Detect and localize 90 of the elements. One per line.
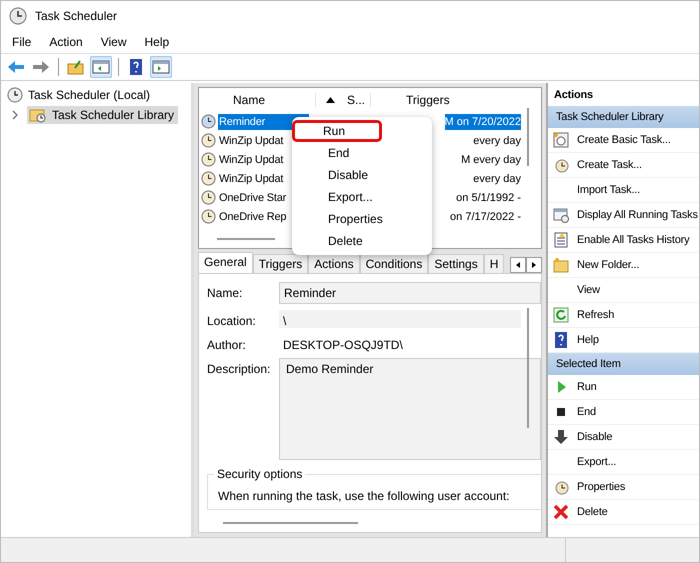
scroll-right-button[interactable] <box>526 257 542 273</box>
pane-command[interactable]: Run <box>548 375 699 400</box>
pane-command[interactable]: Export... <box>548 450 699 475</box>
pane-command[interactable]: Create Task... <box>548 153 699 178</box>
pane-command[interactable]: New Folder... <box>548 253 699 278</box>
menu-item[interactable]: File <box>12 35 32 49</box>
task-trigger: M on 7/20/2022 <box>444 114 521 130</box>
task-name[interactable]: WinZip Updat <box>218 170 291 186</box>
pane-command[interactable]: Properties <box>548 475 699 500</box>
menu-item[interactable]: End <box>296 142 428 164</box>
pane-command[interactable]: Import Task... <box>548 178 699 203</box>
clock-icon <box>9 7 27 25</box>
tab[interactable]: General <box>198 252 253 273</box>
group-title: Security options <box>214 467 306 481</box>
down-arrow-icon <box>553 429 569 445</box>
refresh-icon <box>553 307 569 323</box>
menu-item[interactable]: Help <box>144 35 170 49</box>
field-label: Name: <box>207 285 244 302</box>
pane-command[interactable]: Create Basic Task... <box>548 128 699 153</box>
task-trigger: on 7/17/2022 - <box>450 210 521 224</box>
task-name[interactable]: OneDrive Star <box>218 190 291 206</box>
tab[interactable]: Actions <box>308 254 360 273</box>
pane-title: Actions <box>553 88 594 103</box>
folder-clock-icon <box>29 107 47 123</box>
left-arrow-icon <box>516 262 520 268</box>
field-label: Author: <box>207 337 247 352</box>
menu-item[interactable]: Delete <box>296 230 428 252</box>
pane-toggle-button[interactable] <box>90 56 112 78</box>
clock-icon <box>201 171 216 186</box>
field-label: Location: <box>207 313 257 328</box>
clock-icon <box>553 157 569 173</box>
menu-item[interactable]: Run <box>292 120 382 142</box>
scrollbar[interactable] <box>217 238 275 240</box>
tab[interactable]: Triggers <box>252 254 308 273</box>
document-icon <box>553 232 569 248</box>
folder-icon <box>553 257 569 273</box>
task-trigger: M every day <box>461 152 521 168</box>
sort-ascending-icon <box>326 97 335 103</box>
field-value: \ <box>279 310 521 328</box>
column-header[interactable]: S... <box>347 93 366 107</box>
security-text: When running the task, use the following user account: <box>218 489 510 503</box>
field-value: DESKTOP-OSQJ9TD\ <box>282 337 404 352</box>
task-name[interactable]: OneDrive Rep <box>218 208 291 224</box>
menu-item[interactable]: View <box>100 35 126 49</box>
pane-toggle-button[interactable] <box>150 56 172 78</box>
tab[interactable]: Settings <box>428 254 484 273</box>
pane-command[interactable]: Disable <box>548 425 699 450</box>
window-clock-icon <box>553 207 569 223</box>
pane-command[interactable]: Refresh <box>548 303 699 328</box>
clock-icon <box>201 133 216 148</box>
menu-item[interactable]: Properties <box>296 208 428 230</box>
section-header[interactable]: Task Scheduler Library <box>548 106 699 128</box>
clock-icon <box>201 190 216 205</box>
menu-item[interactable]: Export... <box>296 186 428 208</box>
pane-command[interactable]: Display All Running Tasks <box>548 203 699 228</box>
field-label: Description: <box>207 361 272 378</box>
description-field[interactable]: Demo Reminder <box>279 358 541 460</box>
calendar-clock-icon <box>553 132 569 148</box>
tab[interactable]: Conditions <box>360 254 428 273</box>
clock-icon <box>201 114 216 129</box>
task-name[interactable]: WinZip Updat <box>218 152 291 168</box>
delete-icon <box>553 504 569 520</box>
pane-command[interactable]: End <box>548 400 699 425</box>
menu-item[interactable]: Disable <box>296 164 428 186</box>
scrollbar[interactable] <box>223 522 358 524</box>
clock-icon <box>201 209 216 224</box>
tab[interactable]: H <box>484 254 504 273</box>
tree-item[interactable]: Task Scheduler Library <box>27 106 178 124</box>
section-header[interactable]: Selected Item <box>548 353 699 375</box>
menu-item[interactable]: Action <box>49 35 83 49</box>
task-trigger: on 5/1/1992 - <box>456 190 521 206</box>
task-name[interactable]: WinZip Updat <box>218 132 291 148</box>
task-trigger: every day <box>473 172 521 186</box>
clock-icon <box>201 152 216 167</box>
scrollbar[interactable] <box>527 308 529 428</box>
name-field[interactable]: Reminder <box>279 282 541 304</box>
clock-icon <box>553 479 569 495</box>
column-header[interactable]: Name <box>199 93 316 107</box>
pane-command[interactable]: View <box>548 278 699 303</box>
help-icon <box>553 332 569 348</box>
task-trigger: every day <box>473 134 521 148</box>
scrollbar[interactable] <box>527 108 529 166</box>
scroll-left-button[interactable] <box>510 257 526 273</box>
window-title: Task Scheduler <box>35 9 118 23</box>
clock-icon <box>7 87 23 103</box>
pane-command[interactable]: Enable All Tasks History <box>548 228 699 253</box>
tree-item[interactable]: Task Scheduler (Local) <box>5 86 154 104</box>
pane-command[interactable]: Delete <box>548 500 699 525</box>
right-arrow-icon <box>532 262 536 268</box>
column-header[interactable]: Triggers <box>371 93 450 107</box>
